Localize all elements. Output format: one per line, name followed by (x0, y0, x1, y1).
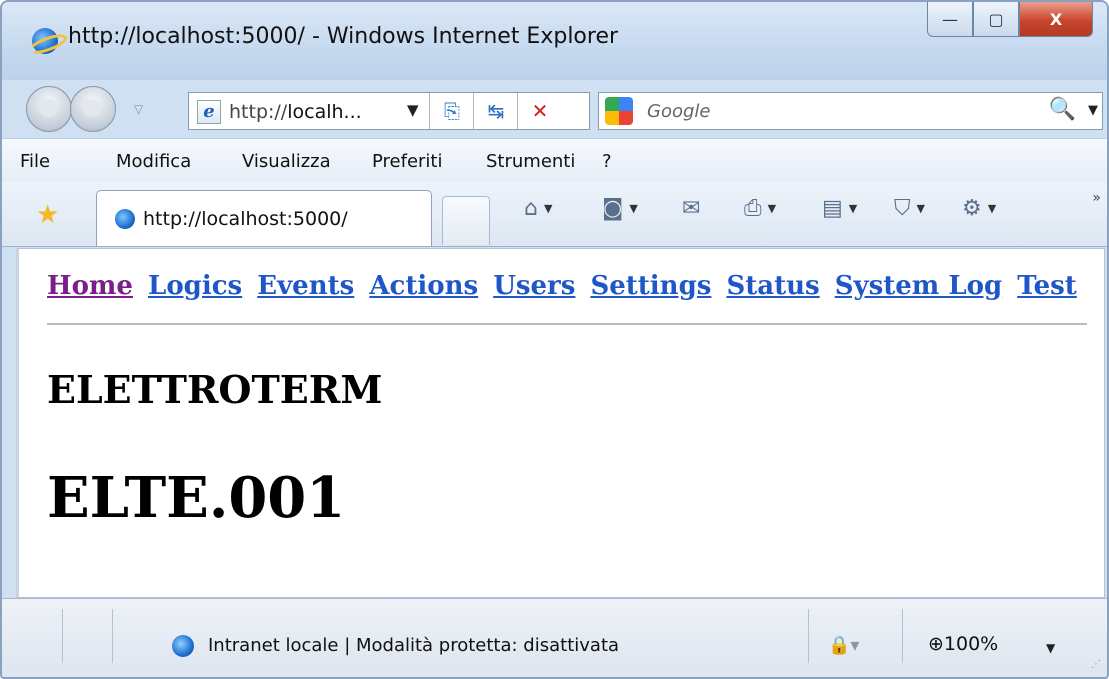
zoom-level[interactable]: ⊕100% (928, 633, 998, 655)
ie-logo-icon (32, 28, 58, 54)
navigation-row: ▽ e http://localh... ▼ ⎘ ↹ ✕ Google 🔍 ▼ (2, 80, 1107, 138)
security-zone-text[interactable]: Intranet locale | Modalità protetta: dis… (208, 635, 619, 656)
nav-link-users[interactable]: Users (493, 271, 575, 301)
tab-row: ★ http://localhost:5000/ ⌂ ▼ ◙ ▼ ✉ ⎙ ▼ ▤ ▼ ⛉… (2, 182, 1107, 247)
menu-preferiti[interactable]: Preferiti (372, 151, 443, 172)
favorites-star-icon[interactable]: ★ (36, 200, 59, 230)
status-divider (112, 609, 113, 663)
minimize-button[interactable]: — (927, 2, 973, 37)
page-icon: e (197, 100, 221, 124)
popup-blocker-icon[interactable]: 🔒▾ (828, 635, 859, 656)
search-icon[interactable]: 🔍 (1049, 97, 1076, 122)
site-nav: Home Logics Events Actions Users Setting… (47, 271, 1083, 301)
stop-icon[interactable]: ✕ (517, 93, 562, 129)
zoom-dropdown-icon[interactable]: ▼ (1046, 641, 1055, 655)
status-divider (62, 609, 63, 663)
menu-visualizza[interactable]: Visualizza (242, 151, 331, 172)
nav-link-system-log[interactable]: System Log (835, 271, 1002, 301)
address-dropdown-icon[interactable]: ▼ (407, 101, 419, 119)
mail-icon: ✉ (682, 196, 701, 221)
tab-label: http://localhost:5000/ (143, 208, 348, 230)
nav-link-logics[interactable]: Logics (148, 271, 242, 301)
page-content: Home Logics Events Actions Users Setting… (16, 248, 1105, 598)
page-menu-button[interactable]: ▤ ▼ (822, 196, 857, 221)
recent-pages-dropdown[interactable]: ▽ (134, 102, 143, 116)
search-box[interactable]: Google 🔍 ▼ (598, 92, 1103, 130)
title-bar: http://localhost:5000/ - Windows Interne… (2, 2, 1107, 80)
back-button[interactable] (26, 86, 72, 132)
menu-bar: File Modifica Visualizza Preferiti Strum… (2, 138, 1107, 183)
nav-link-events[interactable]: Events (257, 271, 354, 301)
nav-link-settings[interactable]: Settings (590, 271, 711, 301)
company-heading: ELETTROTERM (47, 367, 383, 412)
menu-modifica[interactable]: Modifica (116, 151, 191, 172)
safety-menu-button[interactable]: ⛉ ▼ (894, 196, 925, 221)
nav-link-test[interactable]: Test (1017, 271, 1077, 301)
more-commands-icon[interactable]: » (1092, 190, 1101, 206)
home-icon: ⌂ (524, 196, 538, 221)
window-controls: — ▢ X (927, 2, 1093, 38)
divider (47, 323, 1087, 325)
menu-help[interactable]: ? (602, 151, 612, 172)
address-text[interactable]: http://localh... (229, 101, 362, 123)
printer-icon: ⎙ (744, 196, 762, 221)
search-placeholder[interactable]: Google (647, 101, 710, 122)
page-icon: ▤ (822, 196, 843, 221)
new-tab-button[interactable] (442, 196, 490, 245)
home-button[interactable]: ⌂ ▼ (524, 196, 552, 221)
google-logo-icon (605, 97, 633, 125)
maximize-button[interactable]: ▢ (973, 2, 1019, 37)
feeds-button[interactable]: ◙ ▼ (602, 196, 638, 221)
window-title: http://localhost:5000/ - Windows Interne… (68, 24, 619, 49)
shield-icon: ⛉ (894, 196, 911, 221)
rss-icon: ◙ (602, 196, 624, 221)
close-button[interactable]: X (1019, 2, 1093, 37)
refresh-icon[interactable]: ↹ (473, 93, 518, 129)
menu-file[interactable]: File (20, 151, 50, 172)
nav-link-home[interactable]: Home (47, 271, 133, 301)
nav-link-actions[interactable]: Actions (369, 271, 478, 301)
menu-strumenti[interactable]: Strumenti (486, 151, 575, 172)
zoom-icon: ⊕ (928, 633, 944, 655)
mail-button[interactable]: ✉ (682, 196, 700, 221)
nav-link-status[interactable]: Status (726, 271, 819, 301)
gear-icon: ⚙ (962, 196, 982, 221)
status-divider (808, 609, 809, 663)
intranet-zone-icon (172, 635, 194, 657)
resize-grip[interactable]: ⋰ (1091, 659, 1101, 670)
search-dropdown-icon[interactable]: ▼ (1088, 103, 1098, 118)
tab-localhost[interactable]: http://localhost:5000/ (96, 190, 432, 246)
compatibility-view-icon[interactable]: ⎘ (429, 93, 474, 129)
print-button[interactable]: ⎙ ▼ (744, 196, 776, 221)
device-heading: ELTE.001 (47, 465, 346, 531)
status-bar: Intranet locale | Modalità protetta: dis… (2, 598, 1107, 677)
status-divider (902, 609, 903, 663)
tools-menu-button[interactable]: ⚙ ▼ (962, 196, 996, 221)
address-bar[interactable]: e http://localh... ▼ ⎘ ↹ ✕ (188, 92, 590, 130)
forward-button[interactable] (70, 86, 116, 132)
ie-window: http://localhost:5000/ - Windows Interne… (0, 0, 1109, 679)
ie-tab-icon (115, 209, 135, 229)
